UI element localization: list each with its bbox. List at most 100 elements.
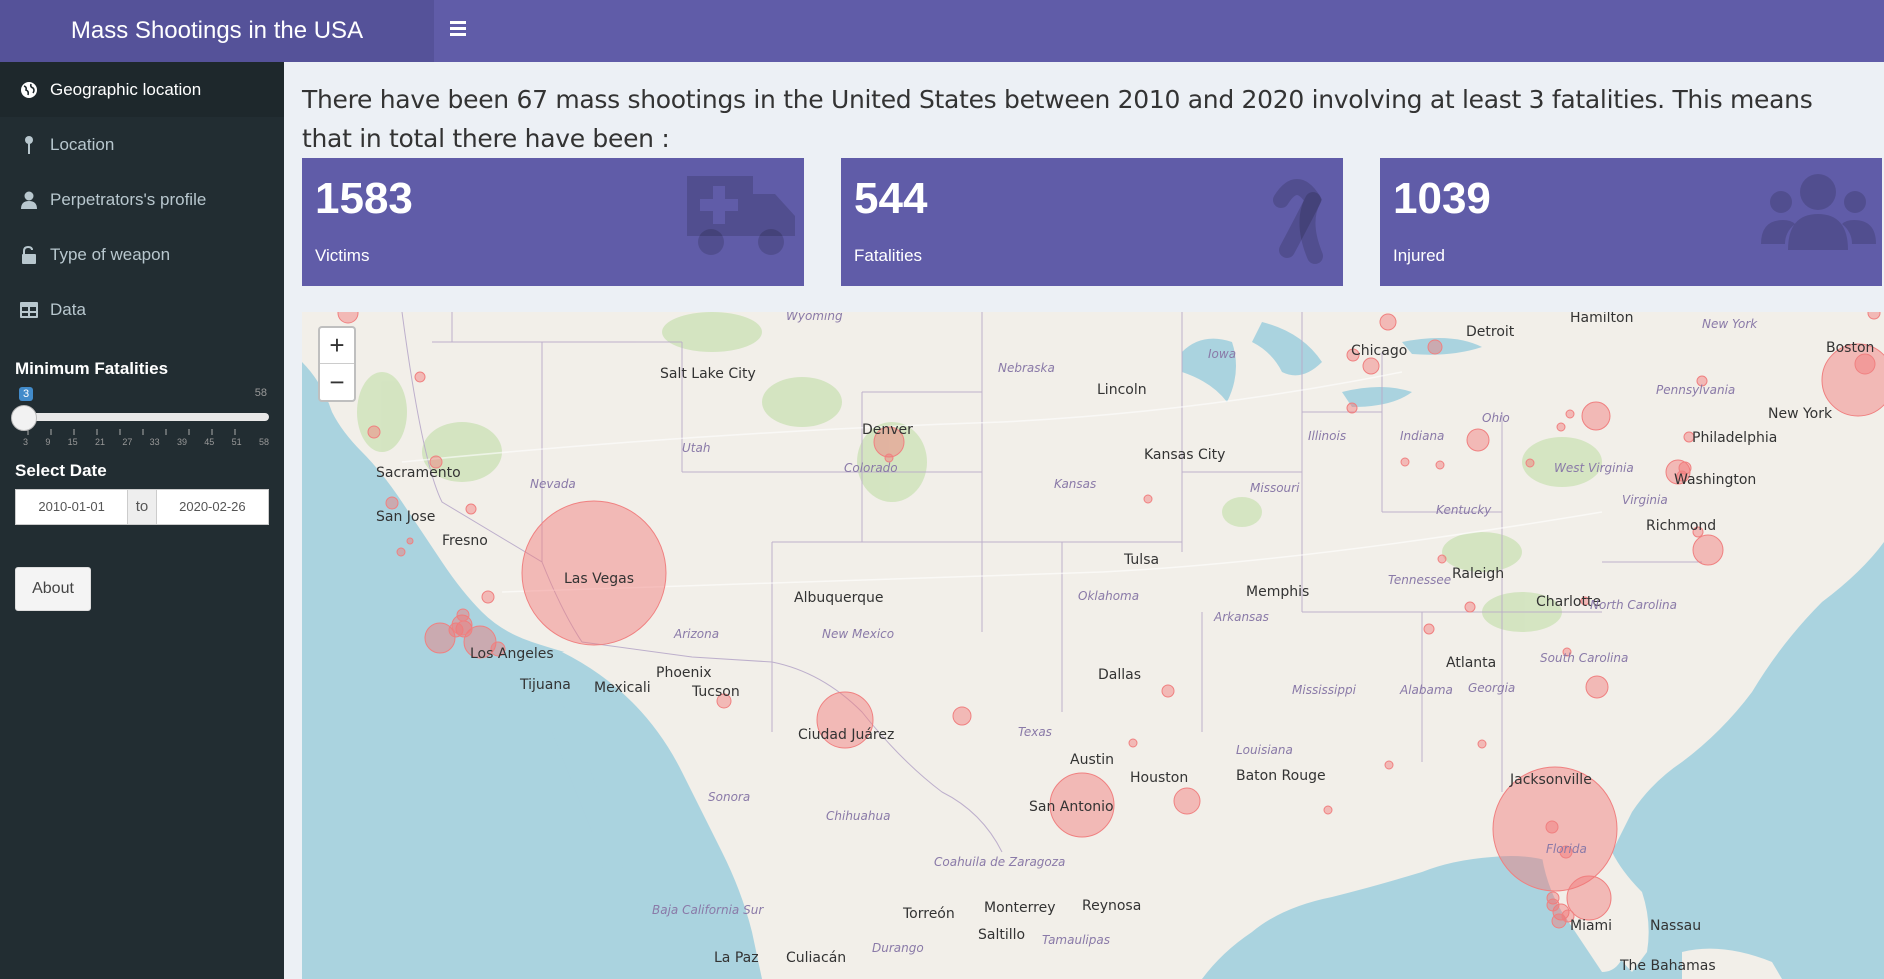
city-label: Kansas City [1144, 447, 1225, 463]
city-label: Sacramento [376, 465, 461, 481]
region-label: South Carolina [1540, 651, 1628, 665]
region-label: West Virginia [1554, 461, 1634, 475]
sidebar-item-location[interactable]: Location [0, 117, 284, 172]
city-label: Ciudad Juárez [798, 727, 894, 743]
city-label: Albuquerque [794, 590, 883, 606]
map-labels: Salt Lake City Denver Lincoln Kansas Cit… [376, 312, 1874, 974]
region-label: Kansas [1054, 477, 1096, 491]
date-range: 2010-01-01 to 2020-02-26 [15, 489, 269, 525]
sidebar-item-perpetrators-profile[interactable]: Perpetrators's profile [0, 172, 284, 227]
slider-tick: 15 [67, 437, 78, 447]
slider-tick: 21 [94, 437, 105, 447]
globe-icon [18, 80, 40, 100]
region-label: Baja California Sur [652, 903, 764, 917]
date-separator: to [128, 489, 156, 525]
region-label: Pennsylvania [1656, 383, 1735, 397]
region-label: Utah [682, 441, 710, 455]
intro-text: There have been 67 mass shootings in the… [302, 85, 1813, 153]
slider-max-value: 58 [254, 387, 267, 399]
city-label: Fresno [442, 533, 488, 549]
city-label: New York [1768, 406, 1833, 422]
region-label: Oklahoma [1078, 589, 1139, 603]
city-label: Tijuana [519, 677, 571, 693]
region-label: Arkansas [1213, 610, 1269, 624]
city-label: Washington [1674, 472, 1756, 488]
table-icon [18, 300, 40, 320]
region-label: New Mexico [822, 627, 894, 641]
fatalities-value: 544 [854, 174, 928, 223]
victims-label: Victims [315, 246, 370, 265]
injured-box: 1039 Injured [1380, 158, 1882, 286]
ambulance-icon [687, 176, 795, 255]
slider-handle[interactable] [11, 405, 37, 431]
injured-label: Injured [1393, 246, 1445, 265]
city-label: The Bahamas [1619, 958, 1716, 974]
city-label: Detroit [1466, 324, 1515, 340]
city-label: Torreón [902, 906, 955, 922]
city-label: Las Vegas [564, 571, 634, 587]
zoom-in-button[interactable]: + [320, 328, 354, 364]
sidebar-item-data[interactable]: Data [0, 282, 284, 337]
region-label: Tennessee [1388, 573, 1451, 587]
about-button[interactable]: About [15, 567, 91, 611]
city-label: Raleigh [1452, 566, 1504, 582]
slider-track[interactable] [15, 413, 269, 421]
city-label: Chicago [1351, 343, 1407, 359]
region-label: Coahuila de Zaragoza [934, 855, 1065, 869]
city-label: Lincoln [1097, 382, 1147, 398]
region-label: North Carolina [1590, 598, 1677, 612]
slider-tick: 3 [23, 437, 29, 447]
app-title: Mass Shootings in the USA [0, 0, 434, 62]
users-icon [1761, 174, 1876, 250]
fatalities-slider[interactable]: 3 58 3 9 15 21 27 33 39 45 51 58 [11, 385, 269, 455]
slider-tick: 9 [45, 437, 51, 447]
sidebar-item-type-of-weapon[interactable]: Type of weapon [0, 227, 284, 282]
sidebar-item-label: Geographic location [50, 79, 202, 99]
injured-value: 1039 [1393, 174, 1491, 223]
sidebar-item-label: Location [50, 134, 115, 154]
region-label: Arizona [673, 627, 719, 641]
region-label: Iowa [1208, 347, 1236, 361]
slider-tick-labels: 3 9 15 21 27 33 39 45 51 58 [23, 437, 269, 447]
zoom-out-button[interactable]: − [320, 364, 354, 400]
city-label: La Paz [714, 950, 759, 966]
slider-grid [27, 429, 236, 435]
sidebar-item-geographic-location[interactable]: Geographic location [0, 62, 284, 117]
city-label: Nassau [1650, 918, 1701, 934]
city-label: Mexicali [594, 680, 651, 696]
city-label: Richmond [1646, 518, 1716, 534]
start-date-input[interactable]: 2010-01-01 [15, 489, 129, 525]
city-label: Tucson [691, 684, 740, 700]
fatalities-label: Minimum Fatalities [15, 359, 169, 378]
slider-tick: 33 [149, 437, 160, 447]
region-label: Nebraska [998, 361, 1055, 375]
region-label: Sonora [708, 790, 750, 804]
sidebar: Geographic location Location Perpetrator… [0, 62, 284, 979]
city-label: Reynosa [1082, 898, 1141, 914]
city-label: Denver [862, 422, 913, 438]
slider-tick: 39 [176, 437, 187, 447]
slider-min-value: 3 [19, 387, 34, 401]
region-label: Durango [872, 941, 924, 955]
city-label: Houston [1130, 770, 1188, 786]
city-label: Baton Rouge [1236, 768, 1326, 784]
end-date-input[interactable]: 2020-02-26 [155, 489, 269, 525]
region-label: Wyoming [786, 312, 843, 323]
region-label: New York [1702, 317, 1758, 331]
shootings-map[interactable]: Salt Lake City Denver Lincoln Kansas Cit… [302, 312, 1884, 979]
city-label: Saltillo [978, 927, 1025, 943]
date-label: Select Date [15, 461, 107, 480]
city-label: Culiacán [786, 950, 846, 966]
unlock-icon [18, 245, 40, 265]
victims-value: 1583 [315, 174, 413, 223]
slider-tick: 58 [258, 437, 269, 447]
city-label: Phoenix [656, 665, 712, 681]
bars-icon[interactable] [450, 18, 472, 44]
region-label: Alabama [1399, 683, 1453, 697]
ribbon-icon [1273, 179, 1323, 264]
city-label: Jacksonville [1509, 772, 1592, 788]
sidebar-item-label: Type of weapon [50, 244, 171, 264]
region-label: Virginia [1622, 493, 1668, 507]
fatalities-box: 544 Fatalities [841, 158, 1343, 286]
zoom-control: + − [318, 326, 356, 402]
